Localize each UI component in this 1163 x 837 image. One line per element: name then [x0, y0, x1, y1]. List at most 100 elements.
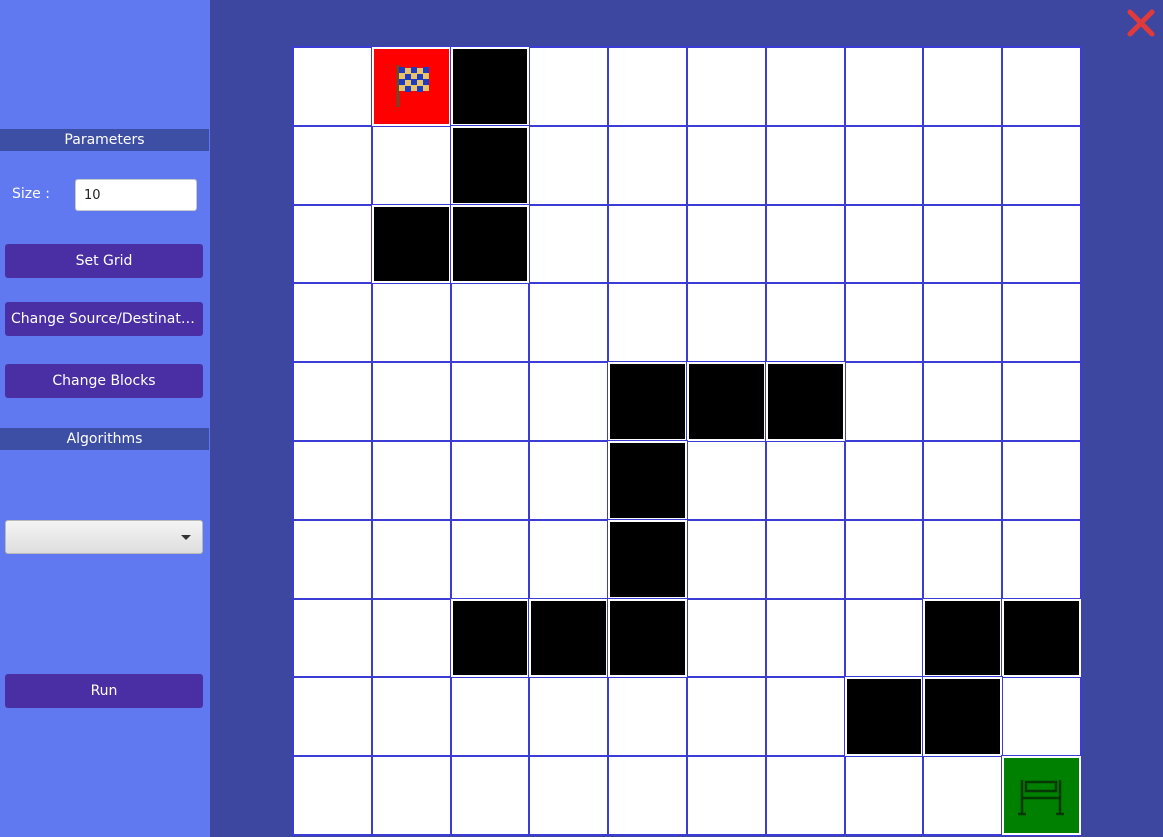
grid-cell[interactable]	[687, 47, 766, 126]
grid-cell[interactable]	[1002, 362, 1081, 441]
grid-cell[interactable]	[450, 756, 530, 835]
close-button[interactable]	[1126, 8, 1156, 38]
grid-cell[interactable]	[687, 598, 766, 678]
grid-cell[interactable]	[1002, 283, 1081, 363]
block-cell[interactable]	[764, 361, 846, 442]
grid-cell[interactable]	[293, 362, 372, 441]
grid-cell[interactable]	[529, 441, 609, 520]
grid-cell[interactable]	[371, 598, 451, 678]
grid-cell[interactable]	[371, 125, 451, 205]
grid-cell[interactable]	[844, 756, 924, 835]
grid-cell[interactable]	[529, 756, 609, 835]
grid-cell[interactable]	[450, 283, 530, 363]
grid-cell[interactable]	[765, 283, 845, 363]
grid-cell[interactable]	[687, 519, 766, 599]
grid-cell[interactable]	[371, 362, 451, 441]
grid-cell[interactable]	[608, 283, 687, 363]
grid-cell[interactable]	[765, 204, 845, 284]
block-cell[interactable]	[528, 597, 610, 679]
grid-cell[interactable]	[529, 519, 609, 599]
block-cell[interactable]	[370, 203, 452, 285]
grid-cell[interactable]	[608, 204, 687, 284]
block-cell[interactable]	[449, 203, 531, 285]
grid-cell[interactable]	[371, 677, 451, 757]
grid-cell[interactable]	[450, 362, 530, 441]
grid-cell[interactable]	[844, 283, 924, 363]
grid-cell[interactable]	[765, 756, 845, 835]
grid-cell[interactable]	[765, 598, 845, 678]
grid-cell[interactable]	[844, 125, 924, 205]
algorithm-select[interactable]	[5, 520, 203, 554]
grid-cell[interactable]	[1002, 47, 1081, 126]
grid-cell[interactable]	[923, 756, 1003, 835]
change-source-destination-button[interactable]: Change Source/Destinati...	[5, 302, 203, 336]
grid-cell[interactable]	[1002, 519, 1081, 599]
grid-cell[interactable]	[687, 756, 766, 835]
grid-cell[interactable]	[844, 519, 924, 599]
grid-cell[interactable]	[765, 47, 845, 126]
grid-cell[interactable]	[529, 677, 609, 757]
grid-cell[interactable]	[923, 441, 1003, 520]
grid-cell[interactable]	[371, 441, 451, 520]
grid-cell[interactable]	[923, 204, 1003, 284]
grid-cell[interactable]	[293, 598, 372, 678]
grid-cell[interactable]	[529, 283, 609, 363]
grid-cell[interactable]	[293, 756, 372, 835]
grid-cell[interactable]	[1002, 677, 1081, 757]
block-cell[interactable]	[449, 124, 531, 206]
grid-cell[interactable]	[450, 519, 530, 599]
block-cell[interactable]	[843, 676, 925, 758]
grid-cell[interactable]	[371, 519, 451, 599]
block-cell[interactable]	[686, 361, 767, 442]
grid-cell[interactable]	[293, 283, 372, 363]
grid-cell[interactable]	[923, 519, 1003, 599]
change-blocks-button[interactable]: Change Blocks	[5, 364, 203, 398]
grid-cell[interactable]	[608, 756, 687, 835]
grid-cell[interactable]	[923, 47, 1003, 126]
grid-cell[interactable]	[293, 441, 372, 520]
grid-cell[interactable]	[293, 519, 372, 599]
block-cell[interactable]	[449, 46, 531, 127]
grid-cell[interactable]	[450, 441, 530, 520]
grid-cell[interactable]	[687, 283, 766, 363]
grid-cell[interactable]	[293, 47, 372, 126]
grid-cell[interactable]	[844, 204, 924, 284]
grid-cell[interactable]	[844, 598, 924, 678]
grid-cell[interactable]	[608, 47, 687, 126]
grid-cell[interactable]	[687, 204, 766, 284]
block-cell[interactable]	[607, 518, 688, 600]
grid-cell[interactable]	[371, 283, 451, 363]
grid-cell[interactable]	[687, 677, 766, 757]
grid-cell[interactable]	[765, 125, 845, 205]
run-button[interactable]: Run	[5, 674, 203, 708]
source-cell[interactable]	[370, 46, 452, 127]
grid-cell[interactable]	[923, 125, 1003, 205]
grid-cell[interactable]	[687, 125, 766, 205]
grid-cell[interactable]	[529, 204, 609, 284]
grid-cell[interactable]	[529, 47, 609, 126]
grid-cell[interactable]	[1002, 125, 1081, 205]
grid-cell[interactable]	[1002, 204, 1081, 284]
destination-cell[interactable]	[1001, 755, 1082, 836]
grid-cell[interactable]	[1002, 441, 1081, 520]
block-cell[interactable]	[922, 597, 1004, 679]
grid-cell[interactable]	[608, 125, 687, 205]
grid-cell[interactable]	[765, 441, 845, 520]
grid-cell[interactable]	[608, 677, 687, 757]
grid-cell[interactable]	[844, 362, 924, 441]
grid-cell[interactable]	[765, 519, 845, 599]
grid-cell[interactable]	[844, 441, 924, 520]
grid-cell[interactable]	[923, 283, 1003, 363]
grid-cell[interactable]	[765, 677, 845, 757]
block-cell[interactable]	[607, 440, 688, 521]
grid-cell[interactable]	[293, 125, 372, 205]
block-cell[interactable]	[449, 597, 531, 679]
grid-cell[interactable]	[844, 47, 924, 126]
grid-cell[interactable]	[293, 204, 372, 284]
grid-cell[interactable]	[529, 362, 609, 441]
grid-cell[interactable]	[529, 125, 609, 205]
grid-cell[interactable]	[293, 677, 372, 757]
block-cell[interactable]	[1001, 597, 1082, 679]
set-grid-button[interactable]: Set Grid	[5, 244, 203, 278]
grid-cell[interactable]	[450, 677, 530, 757]
